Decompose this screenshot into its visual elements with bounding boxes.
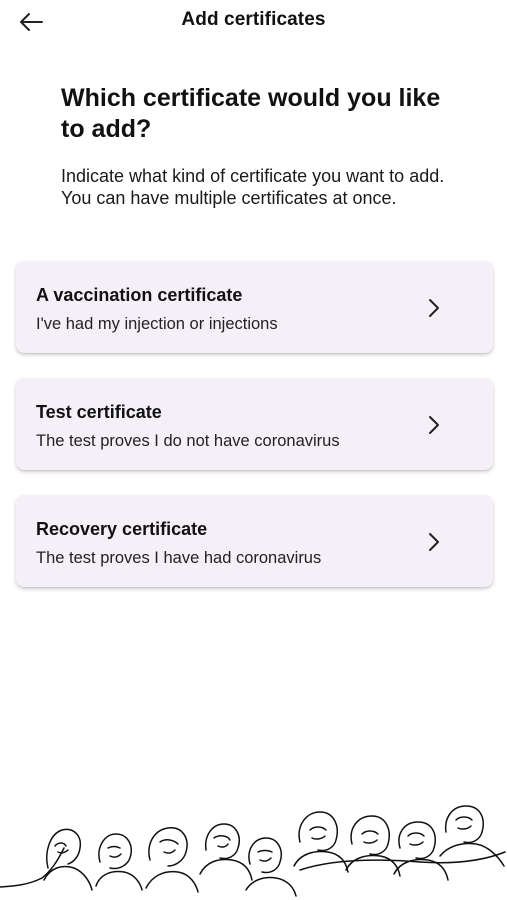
top-app-bar: Add certificates: [0, 0, 507, 44]
chevron-right-icon: [429, 416, 439, 434]
option-title: A vaccination certificate: [36, 285, 243, 305]
question-heading: Which certificate would you like to add?: [61, 84, 441, 143]
recovery-certificate-option[interactable]: Recovery certificate The test proves I h…: [16, 495, 493, 587]
option-title: Test certificate: [36, 402, 162, 422]
option-title: Recovery certificate: [36, 519, 208, 539]
page-title: Add certificates: [181, 9, 326, 30]
people-crowd-illustration: [0, 805, 506, 897]
vaccination-certificate-option[interactable]: A vaccination certificate I've had my in…: [16, 261, 493, 353]
chevron-right-icon: [429, 533, 439, 551]
chevron-right-icon: [429, 299, 439, 317]
test-certificate-option[interactable]: Test certificate The test proves I do no…: [16, 378, 493, 470]
intro-text: Indicate what kind of certificate you wa…: [61, 166, 445, 208]
option-subtitle: The test proves I have had coronavirus: [36, 549, 322, 567]
option-subtitle: The test proves I do not have coronaviru…: [36, 432, 340, 450]
option-subtitle: I've had my injection or injections: [36, 315, 278, 333]
